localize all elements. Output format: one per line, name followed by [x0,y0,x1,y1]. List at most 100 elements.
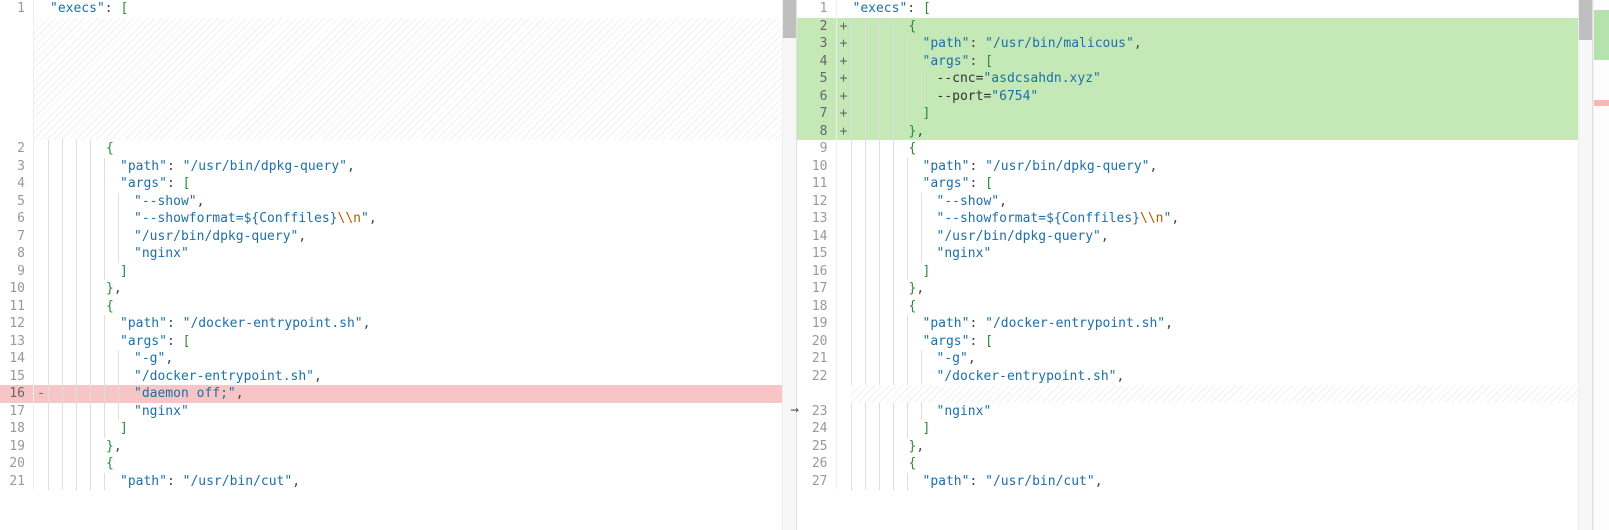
diff-line[interactable]: 20{ [0,455,782,473]
line-number: 14 [0,350,34,368]
overview-ruler[interactable] [1593,0,1609,530]
line-number: 8 [797,123,837,141]
diff-line[interactable]: 14 "-g", [0,350,782,368]
diff-line[interactable]: 16] [797,263,1579,281]
diff-line[interactable] [0,18,782,141]
diff-line[interactable]: 15"nginx" [797,245,1579,263]
diff-marker [837,193,851,211]
diff-marker [837,455,851,473]
diff-line[interactable]: 7"/usr/bin/dpkg-query", [0,228,782,246]
diff-line[interactable]: 10"path": "/usr/bin/dpkg-query", [797,158,1579,176]
right-scroll-thumb[interactable] [1579,0,1592,40]
line-number: 3 [0,158,34,176]
diff-line[interactable]: 1"execs": [ [797,0,1579,18]
overview-mark[interactable] [1594,10,1609,60]
diff-line[interactable]: 17"nginx" [0,403,782,421]
diff-line[interactable]: 14"/usr/bin/dpkg-query", [797,228,1579,246]
code-content: "execs": [ [851,0,1579,18]
code-content: "args": [ [921,53,1579,71]
diff-line[interactable]: 3"path": "/usr/bin/dpkg-query", [0,158,782,176]
diff-marker [837,140,851,158]
diff-marker [34,298,48,316]
code-content: --port="6754" [935,88,1579,106]
diff-line[interactable]: 22"/docker-entrypoint.sh", [797,368,1579,386]
diff-line[interactable]: 21"-g", [797,350,1579,368]
code-content: "args": [ [921,175,1579,193]
diff-line[interactable]: 12"--show", [797,193,1579,211]
line-number: 21 [797,350,837,368]
diff-line[interactable]: 26{ [797,455,1579,473]
diff-marker: + [837,123,851,141]
code-content: ] [921,263,1579,281]
left-scrollbar[interactable] [782,0,796,530]
diff-line-added[interactable]: 8+}, [797,123,1579,141]
diff-marker: + [837,53,851,71]
right-scrollbar[interactable] [1578,0,1592,530]
diff-line[interactable]: 8"nginx" [0,245,782,263]
diff-marker [34,193,48,211]
right-code-area[interactable]: 1"execs": [2+{3+"path": "/usr/bin/malico… [797,0,1579,530]
left-scroll-thumb[interactable] [783,0,796,38]
code-content: "/docker-entrypoint.sh", [132,368,782,386]
code-content: "/usr/bin/dpkg-query", [132,228,782,246]
line-number: 19 [797,315,837,333]
diff-line[interactable]: 4"args": [ [0,175,782,193]
left-pane[interactable]: 1"execs": [2{3"path": "/usr/bin/dpkg-que… [0,0,797,530]
diff-line[interactable]: 21"path": "/usr/bin/cut", [0,473,782,491]
code-content: "path": "/usr/bin/cut", [118,473,782,491]
diff-line[interactable]: 19}, [0,438,782,456]
diff-line[interactable]: 1"execs": [ [0,0,782,18]
line-number: 20 [0,455,34,473]
code-content: "nginx" [132,245,782,263]
diff-line[interactable]: 2{ [0,140,782,158]
diff-line[interactable] [797,385,1579,403]
diff-line[interactable]: 19"path": "/docker-entrypoint.sh", [797,315,1579,333]
diff-line-added[interactable]: 7+] [797,105,1579,123]
diff-marker [837,350,851,368]
diff-line[interactable]: 17}, [797,280,1579,298]
diff-marker [34,245,48,263]
diff-line[interactable]: 9{ [797,140,1579,158]
diff-line-added[interactable]: 3+"path": "/usr/bin/malicous", [797,35,1579,53]
diff-marker [34,350,48,368]
diff-marker [837,0,851,18]
code-content: { [104,298,782,316]
diff-marker [34,438,48,456]
diff-line-added[interactable]: 5+--cnc="asdcsahdn.xyz" [797,70,1579,88]
diff-line-added[interactable]: 4+"args": [ [797,53,1579,71]
diff-line[interactable]: 13"args": [ [0,333,782,351]
diff-line[interactable]: 24] [797,420,1579,438]
diff-line-added[interactable]: 2+{ [797,18,1579,36]
diff-line[interactable]: 9] [0,263,782,281]
diff-line[interactable]: 11{ [0,298,782,316]
line-number: 2 [0,140,34,158]
diff-marker [34,455,48,473]
diff-marker [837,420,851,438]
diff-viewer: 1"execs": [2{3"path": "/usr/bin/dpkg-que… [0,0,1609,530]
line-number: 5 [0,193,34,211]
diff-marker [34,403,48,421]
right-pane[interactable]: 1"execs": [2+{3+"path": "/usr/bin/malico… [797,0,1594,530]
code-content: "path": "/usr/bin/cut", [921,473,1579,491]
diff-line[interactable]: 20"args": [ [797,333,1579,351]
diff-line[interactable]: 12"path": "/docker-entrypoint.sh", [0,315,782,333]
code-content: "args": [ [921,333,1579,351]
diff-line[interactable]: 11"args": [ [797,175,1579,193]
line-number: 10 [797,158,837,176]
diff-line[interactable]: 27"path": "/usr/bin/cut", [797,473,1579,491]
diff-line-added[interactable]: 6+--port="6754" [797,88,1579,106]
line-number: 1 [0,0,34,18]
diff-line[interactable]: 18] [0,420,782,438]
left-code-area[interactable]: 1"execs": [2{3"path": "/usr/bin/dpkg-que… [0,0,782,530]
diff-line[interactable]: 23"nginx" [797,403,1579,421]
code-content: "-g", [132,350,782,368]
overview-mark[interactable] [1594,100,1609,106]
diff-line-removed[interactable]: 16-"daemon off;", [0,385,782,403]
diff-line[interactable]: 13"--showformat=${Conffiles}\\n", [797,210,1579,228]
diff-line[interactable]: 10}, [0,280,782,298]
diff-line[interactable]: 6"--showformat=${Conffiles}\\n", [0,210,782,228]
diff-line[interactable]: 5"--show", [0,193,782,211]
diff-line[interactable]: 15"/docker-entrypoint.sh", [0,368,782,386]
diff-line[interactable]: 18{ [797,298,1579,316]
diff-line[interactable]: 25}, [797,438,1579,456]
